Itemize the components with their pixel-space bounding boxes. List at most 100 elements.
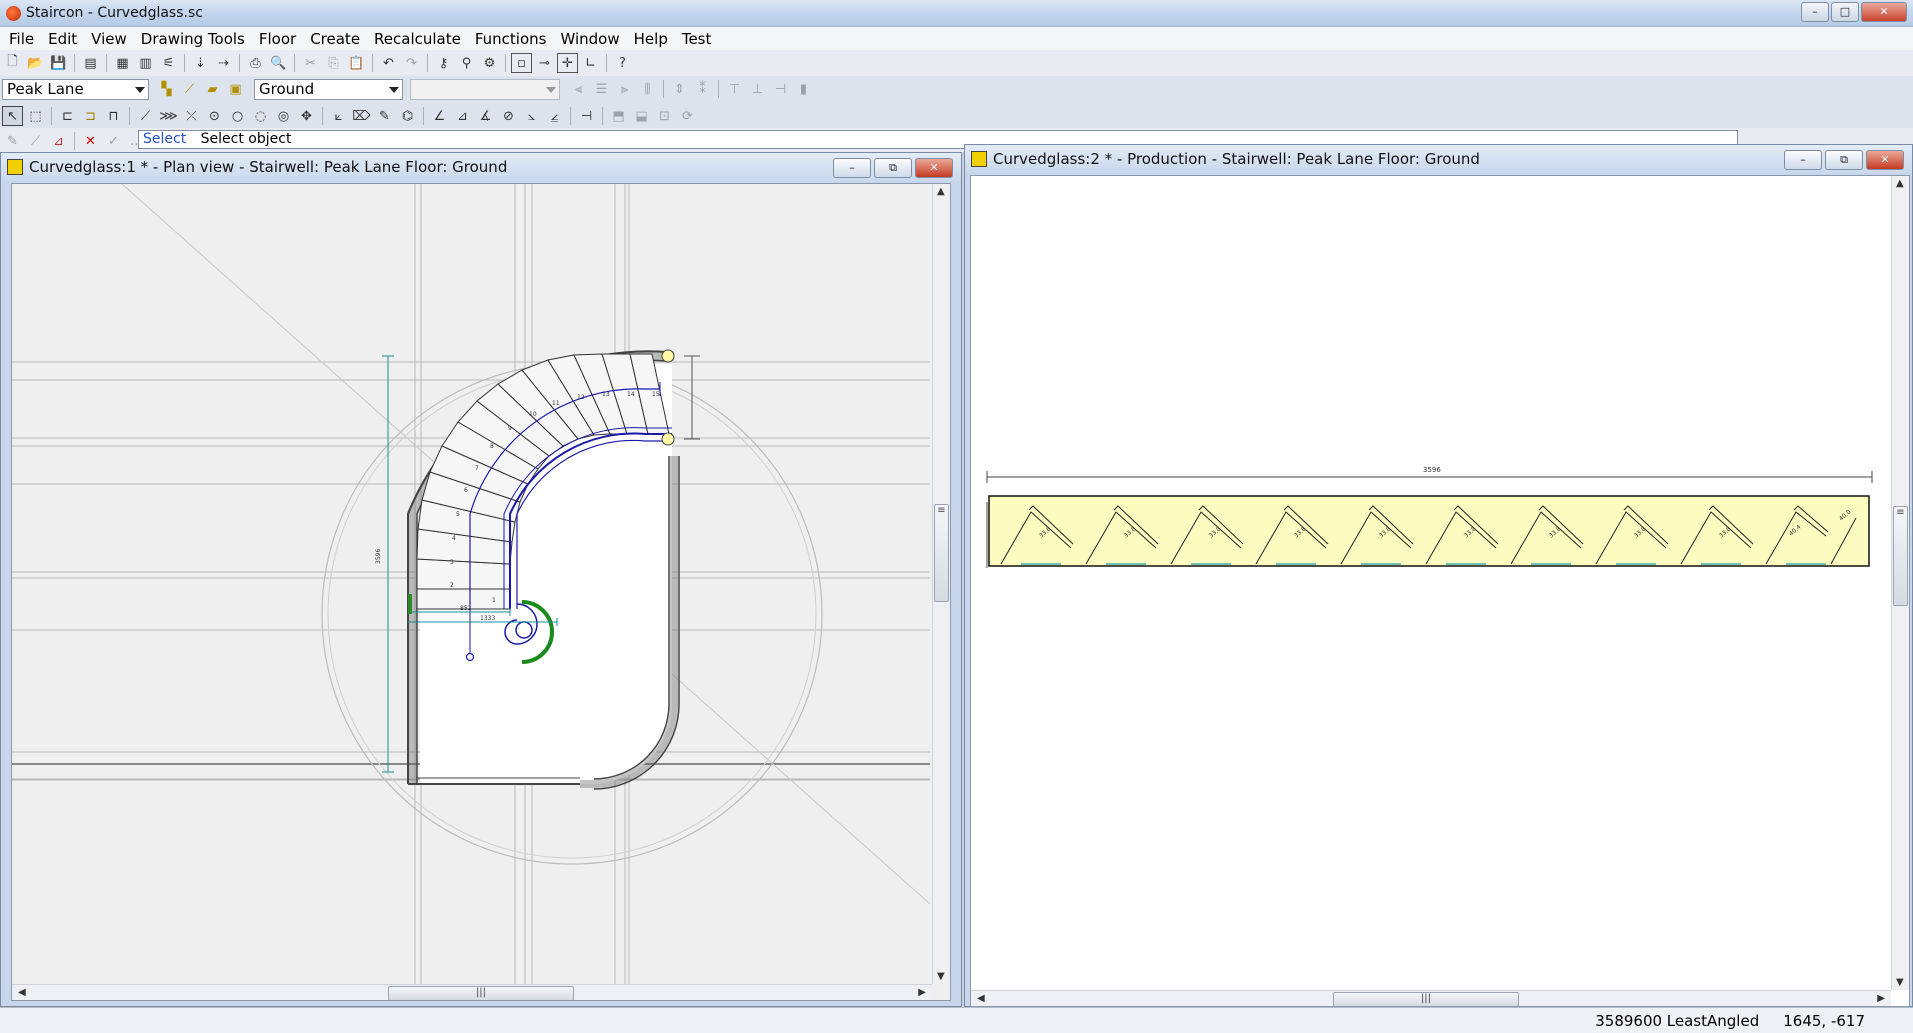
snap-point-icon[interactable]: ✛ — [557, 53, 578, 73]
angle-icon[interactable]: ∠ — [429, 106, 450, 126]
print-preview-icon[interactable]: 🔍 — [268, 53, 289, 73]
key-settings-icon[interactable]: ⚙ — [479, 53, 500, 73]
stairwell-select[interactable]: Peak Lane — [2, 79, 149, 100]
line-icon[interactable]: ⟋ — [135, 106, 156, 126]
align-top-icon[interactable]: ⊤ — [724, 79, 745, 99]
angle-dim-icon[interactable]: ∡ — [475, 106, 496, 126]
open-folder-icon[interactable]: 📂 — [25, 53, 46, 73]
edit-line-icon[interactable]: ⟋ — [25, 131, 46, 151]
menu-help[interactable]: Help — [627, 28, 675, 50]
text-icon[interactable]: ⊣ — [576, 106, 597, 126]
settings-sliders-icon[interactable]: ⚟ — [158, 53, 179, 73]
new-file-icon[interactable]: 🗋 — [2, 53, 23, 73]
menu-edit[interactable]: Edit — [41, 28, 84, 50]
trim-icon[interactable]: ⌬ — [397, 106, 418, 126]
cancel-icon[interactable]: ✕ — [80, 131, 101, 151]
arc-3pt-icon[interactable]: ◎ — [273, 106, 294, 126]
plan-horizontal-scrollbar[interactable]: ◀ ||| ▶ — [12, 984, 932, 1000]
scroll-left-icon[interactable]: ◀ — [977, 993, 985, 1004]
list-icon[interactable]: ▥ — [135, 53, 156, 73]
stringer-icon[interactable]: ⊓ — [103, 106, 124, 126]
cross-line-icon[interactable]: ⤫ — [181, 106, 202, 126]
view-3d-icon[interactable]: ⬒ — [608, 106, 629, 126]
plan-hscroll-thumb[interactable]: ||| — [388, 986, 574, 1000]
align-center-icon[interactable]: ☰ — [591, 79, 612, 99]
align-middle-icon[interactable]: ⊥ — [747, 79, 768, 99]
scroll-up-icon[interactable]: ▲ — [937, 186, 945, 197]
menu-functions[interactable]: Functions — [468, 28, 554, 50]
table-icon[interactable]: ▦ — [112, 53, 133, 73]
multi-select-icon[interactable]: ⬚ — [25, 106, 46, 126]
align-left-icon[interactable]: ⫷ — [568, 79, 589, 99]
menu-create[interactable]: Create — [303, 28, 367, 50]
dimension-icon[interactable]: ⊿ — [452, 106, 473, 126]
stair-tool-2-icon[interactable]: ⊐ — [80, 106, 101, 126]
redo-icon[interactable]: ↷ — [401, 53, 422, 73]
polyline-icon[interactable]: ⋙ — [158, 106, 179, 126]
stack-icon[interactable]: ▮ — [793, 79, 814, 99]
minimize-button[interactable]: – — [1801, 2, 1829, 22]
production-horizontal-scrollbar[interactable]: ◀ ||| ▶ — [971, 990, 1891, 1006]
menu-window[interactable]: Window — [553, 28, 626, 50]
angle-edit-icon[interactable]: ⦤ — [544, 106, 565, 126]
properties-icon[interactable]: ▤ — [80, 53, 101, 73]
edit-object-icon[interactable]: ✎ — [2, 131, 23, 151]
rotate-icon[interactable]: ✥ — [296, 106, 317, 126]
measure-icon[interactable]: ⟀ — [328, 106, 349, 126]
production-restore-button[interactable]: ⧉ — [1825, 150, 1863, 170]
floor-select[interactable]: Ground — [254, 79, 403, 100]
scroll-down-icon[interactable]: ▼ — [937, 971, 945, 982]
stair-treads-icon[interactable]: ▰ — [202, 79, 223, 99]
link-key-icon[interactable]: ⚲ — [456, 53, 477, 73]
undo-icon[interactable]: ↶ — [378, 53, 399, 73]
radius-dim-icon[interactable]: ⊘ — [498, 106, 519, 126]
maximize-button[interactable]: □ — [1831, 2, 1859, 22]
production-canvas[interactable]: 3596 33.6 33.8 33.8 33.8 33.8 33.8 33.8 … — [970, 175, 1910, 1007]
circle-center-icon[interactable]: ⊙ — [204, 106, 225, 126]
plan-close-button[interactable]: ✕ — [915, 158, 953, 178]
view-render-icon[interactable]: ⬓ — [631, 106, 652, 126]
menu-recalculate[interactable]: Recalculate — [367, 28, 468, 50]
menu-floor[interactable]: Floor — [252, 28, 303, 50]
menu-file[interactable]: File — [2, 28, 41, 50]
arc-icon[interactable]: ◌ — [250, 106, 271, 126]
distribute-icon[interactable]: ⫼ — [637, 79, 658, 99]
menu-view[interactable]: View — [84, 28, 134, 50]
export-icon[interactable]: ⇢ — [213, 53, 234, 73]
dimension-edit-icon[interactable]: ⊿ — [48, 131, 69, 151]
stairwell-icon[interactable]: ▚ — [156, 79, 177, 99]
floor-icon[interactable]: ▣ — [225, 79, 246, 99]
refresh-icon[interactable]: ⟳ — [677, 106, 698, 126]
scroll-down-icon[interactable]: ▼ — [1896, 977, 1904, 988]
plan-vscroll-thumb[interactable]: ≡ — [934, 504, 949, 602]
circle-icon[interactable]: ○ — [227, 106, 248, 126]
scroll-up-icon[interactable]: ▲ — [1896, 178, 1904, 189]
production-vscroll-thumb[interactable]: ≡ — [1893, 506, 1908, 606]
ortho-icon[interactable]: ∟ — [580, 53, 601, 73]
snap-grid-icon[interactable]: ▫ — [511, 53, 532, 73]
paste-icon[interactable]: 📋 — [346, 53, 367, 73]
layer-select[interactable] — [410, 79, 560, 100]
edit-shape-icon[interactable]: ⌦ — [351, 106, 372, 126]
print-icon[interactable]: ⎙ — [245, 53, 266, 73]
check-edit-icon[interactable]: ✎ — [374, 106, 395, 126]
menu-test[interactable]: Test — [675, 28, 719, 50]
plan-minimize-button[interactable]: – — [833, 158, 871, 178]
scroll-left-icon[interactable]: ◀ — [18, 987, 26, 998]
production-hscroll-thumb[interactable]: ||| — [1333, 992, 1519, 1006]
spread-vertical-icon[interactable]: ⇕ — [669, 79, 690, 99]
angle-measure-icon[interactable]: ⦣ — [521, 106, 542, 126]
pointer-icon[interactable]: ↖ — [2, 106, 23, 126]
spread-horizontal-icon[interactable]: ⁑ — [692, 79, 713, 99]
stair-tool-icon[interactable]: ⊏ — [57, 106, 78, 126]
plan-view-canvas[interactable]: 1 2 3 4 5 6 7 8 9 10 11 12 13 14 15 852 … — [11, 183, 951, 1001]
production-close-button[interactable]: ✕ — [1866, 150, 1904, 170]
production-minimize-button[interactable]: – — [1784, 150, 1822, 170]
cut-icon[interactable]: ✂ — [300, 53, 321, 73]
confirm-icon[interactable]: ✓ — [103, 131, 124, 151]
snap-line-icon[interactable]: ⊸ — [534, 53, 555, 73]
help-icon[interactable]: ? — [612, 53, 633, 73]
scroll-right-icon[interactable]: ▶ — [918, 987, 926, 998]
align-bottom-icon[interactable]: ⊣ — [770, 79, 791, 99]
save-icon[interactable]: 💾 — [48, 53, 69, 73]
